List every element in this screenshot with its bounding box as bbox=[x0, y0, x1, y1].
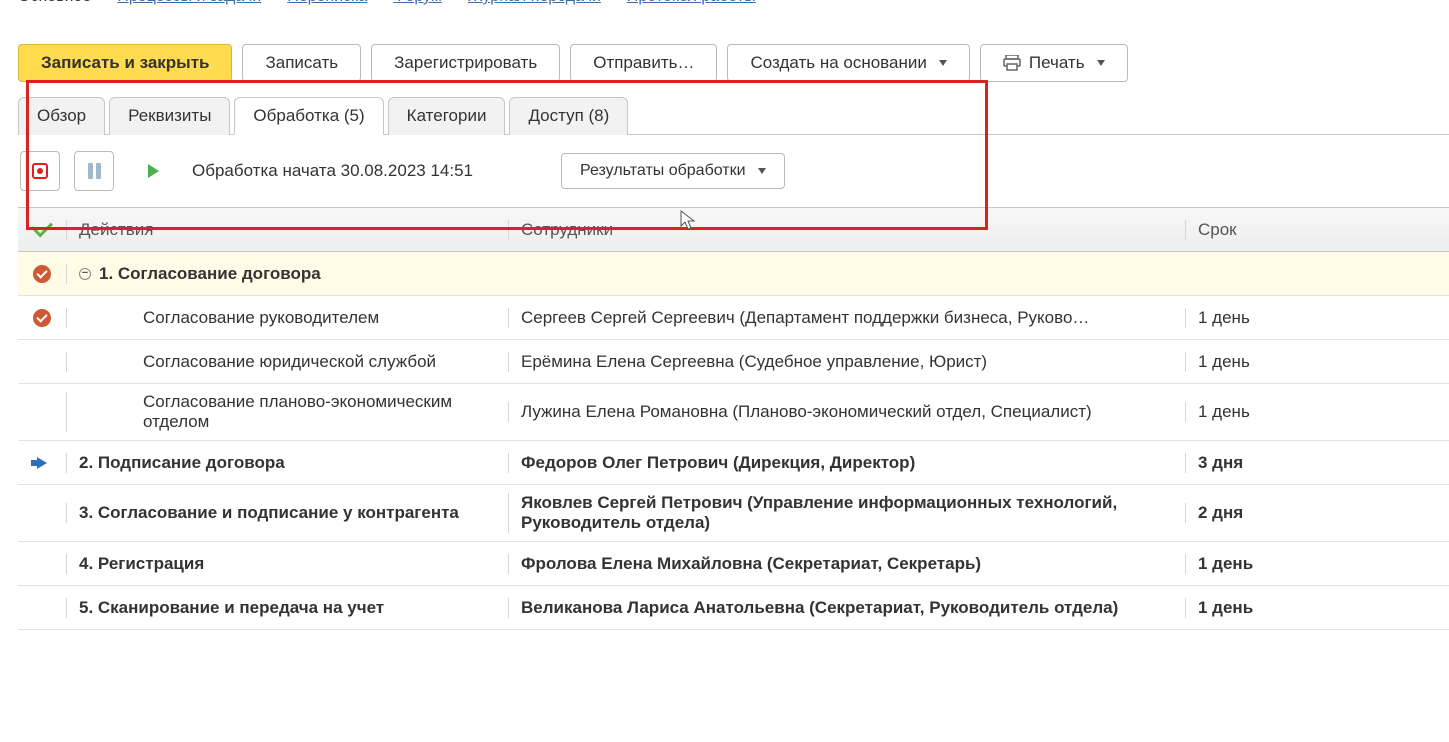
nav-mail[interactable]: Переписка bbox=[287, 0, 367, 6]
table-row[interactable]: Согласование планово-экономическим отдел… bbox=[18, 384, 1449, 441]
done-icon bbox=[33, 265, 51, 283]
employee-label: Сергеев Сергей Сергеевич (Департамент по… bbox=[508, 308, 1185, 328]
table-row[interactable]: 2. Подписание договора Федоров Олег Петро… bbox=[18, 441, 1449, 485]
tab-overview[interactable]: Обзор bbox=[18, 97, 105, 135]
stop-icon bbox=[32, 163, 48, 179]
tab-processing[interactable]: Обработка (5) bbox=[234, 97, 383, 135]
due-label: 1 день bbox=[1185, 598, 1449, 618]
print-label: Печать bbox=[1029, 53, 1085, 73]
tab-requisites[interactable]: Реквизиты bbox=[109, 97, 230, 135]
action-label: Согласование юридической службой bbox=[143, 352, 436, 372]
cursor-pointer-icon bbox=[680, 210, 696, 230]
table-row[interactable]: Согласование юридической службой Ерёмина … bbox=[18, 340, 1449, 384]
employee-label: Лужина Елена Романовна (Планово-экономич… bbox=[508, 402, 1185, 422]
save-close-button[interactable]: Записать и закрыть bbox=[18, 44, 232, 82]
nav-processes[interactable]: Процессы и задачи bbox=[117, 0, 261, 6]
nav-protocol[interactable]: Протокол работы bbox=[627, 0, 756, 6]
table-row[interactable]: −1. Согласование договора bbox=[18, 252, 1449, 296]
collapse-icon[interactable]: − bbox=[79, 268, 91, 280]
table-row[interactable]: Согласование руководителем Сергеев Сергей… bbox=[18, 296, 1449, 340]
header-employees[interactable]: Сотрудники bbox=[508, 220, 1185, 240]
chevron-down-icon bbox=[758, 168, 766, 174]
action-label: 3. Согласование и подписание у контраген… bbox=[79, 503, 459, 523]
save-button[interactable]: Записать bbox=[242, 44, 361, 82]
due-label: 1 день bbox=[1185, 308, 1449, 328]
due-label: 1 день bbox=[1185, 352, 1449, 372]
tab-categories[interactable]: Категории bbox=[388, 97, 506, 135]
nav-journal[interactable]: Журнал передачи bbox=[468, 0, 601, 6]
action-label: Согласование планово-экономическим отдел… bbox=[143, 392, 508, 432]
employee-label: Великанова Лариса Анатольевна (Секретари… bbox=[508, 598, 1185, 618]
action-label: 1. Согласование договора bbox=[99, 264, 321, 284]
process-bar: Обработка начата 30.08.2023 14:51 Резуль… bbox=[18, 135, 1449, 207]
grid-header: Действия Сотрудники Срок bbox=[18, 208, 1449, 252]
action-label: 2. Подписание договора bbox=[79, 453, 285, 473]
employee-label: Яковлев Сергей Петрович (Управление инфо… bbox=[508, 493, 1185, 533]
create-based-label: Создать на основании bbox=[750, 53, 926, 73]
employee-label: Ерёмина Елена Сергеевна (Судебное управл… bbox=[508, 352, 1185, 372]
process-status: Обработка начата 30.08.2023 14:51 bbox=[192, 161, 473, 181]
due-label: 3 дня bbox=[1185, 453, 1449, 473]
chevron-down-icon bbox=[939, 60, 947, 66]
send-button[interactable]: Отправить… bbox=[570, 44, 717, 82]
create-based-button[interactable]: Создать на основании bbox=[727, 44, 969, 82]
stop-button[interactable] bbox=[20, 151, 60, 191]
toolbar: Записать и закрыть Записать Зарегистриро… bbox=[18, 44, 1449, 82]
table-row[interactable]: 3. Согласование и подписание у контраген… bbox=[18, 485, 1449, 542]
process-results-button[interactable]: Результаты обработки bbox=[561, 153, 785, 189]
pause-button[interactable] bbox=[74, 151, 114, 191]
nav-main[interactable]: Основное bbox=[18, 0, 91, 6]
nav-forum[interactable]: Форум bbox=[393, 0, 442, 6]
due-label: 2 дня bbox=[1185, 503, 1449, 523]
table-row[interactable]: 4. Регистрация Фролова Елена Михайловна (… bbox=[18, 542, 1449, 586]
done-icon bbox=[33, 309, 51, 327]
print-button[interactable]: Печать bbox=[980, 44, 1128, 82]
due-label: 1 день bbox=[1185, 554, 1449, 574]
grid: Действия Сотрудники Срок −1. Согласовани… bbox=[18, 207, 1449, 630]
current-arrow-icon bbox=[37, 457, 47, 469]
pause-icon bbox=[88, 163, 101, 179]
printer-icon bbox=[1003, 55, 1021, 71]
check-icon bbox=[31, 216, 53, 238]
action-label: Согласование руководителем bbox=[143, 308, 379, 328]
chevron-down-icon bbox=[1097, 60, 1105, 66]
action-label: 5. Сканирование и передача на учет bbox=[79, 598, 384, 618]
tab-access[interactable]: Доступ (8) bbox=[509, 97, 628, 135]
employee-label: Фролова Елена Михайловна (Секретариат, С… bbox=[508, 554, 1185, 574]
action-label: 4. Регистрация bbox=[79, 554, 204, 574]
header-actions[interactable]: Действия bbox=[66, 220, 508, 240]
register-button[interactable]: Зарегистрировать bbox=[371, 44, 560, 82]
tabs: Обзор Реквизиты Обработка (5) Категории … bbox=[18, 96, 1449, 135]
table-row[interactable]: 5. Сканирование и передача на учет Велика… bbox=[18, 586, 1449, 630]
header-due[interactable]: Срок bbox=[1185, 220, 1449, 240]
employee-label: Федоров Олег Петрович (Дирекция, Директо… bbox=[508, 453, 1185, 473]
process-results-label: Результаты обработки bbox=[580, 162, 746, 180]
top-nav: Основное Процессы и задачи Переписка Фор… bbox=[18, 0, 1449, 6]
due-label: 1 день bbox=[1185, 402, 1449, 422]
play-icon bbox=[148, 164, 159, 178]
